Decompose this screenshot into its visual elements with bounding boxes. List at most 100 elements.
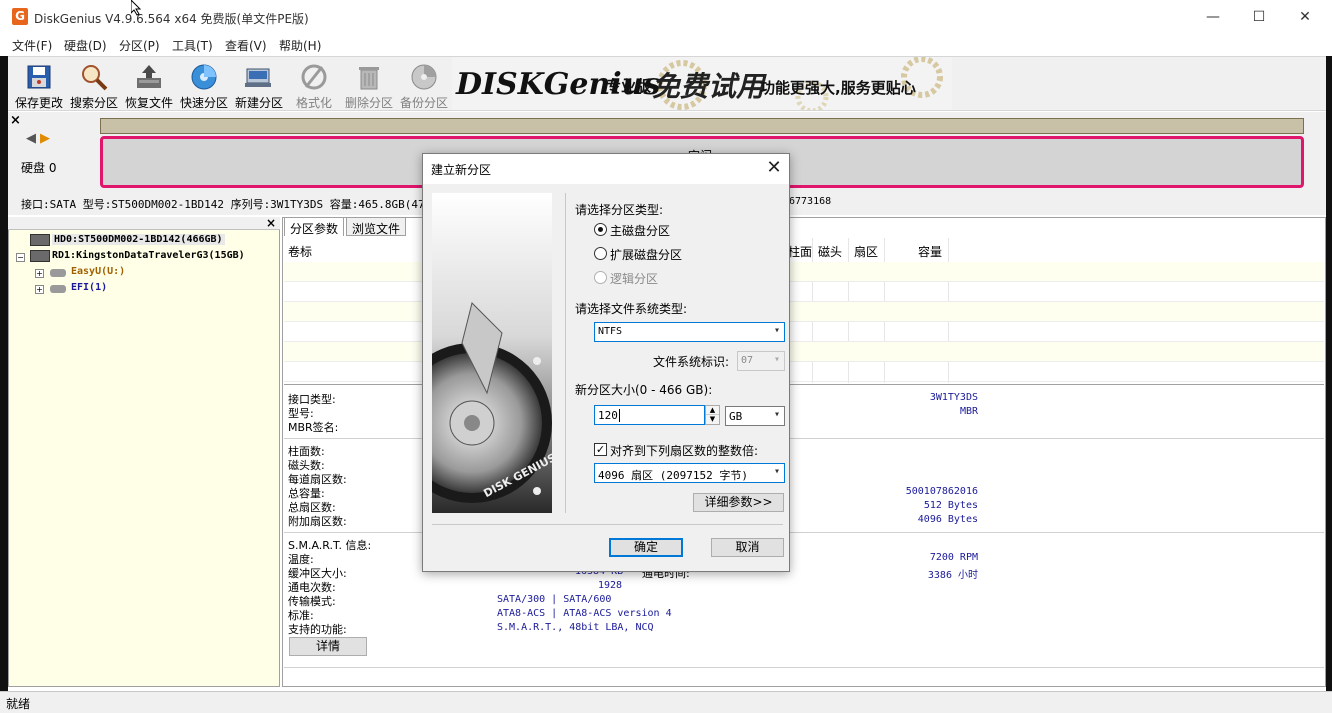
delete-partition-button[interactable]: 删除分区 xyxy=(341,60,397,110)
fs-id-select[interactable]: 07 ▾ xyxy=(737,351,785,371)
radio-disabled-icon xyxy=(594,271,607,284)
removable-disk-icon xyxy=(30,250,50,262)
app-logo-icon: G xyxy=(12,8,28,25)
search-icon xyxy=(79,62,109,92)
search-partition-button[interactable]: 搜索分区 xyxy=(66,60,122,110)
label-mbr-signature: MBR签名: xyxy=(288,421,339,434)
disk-info-tail: 6773168 xyxy=(789,196,832,207)
right-border xyxy=(1326,56,1332,691)
tab-partition-params[interactable]: 分区参数 xyxy=(284,217,345,236)
menu-help[interactable]: 帮助(H) xyxy=(279,37,321,54)
minimize-button[interactable]: — xyxy=(1190,0,1236,34)
status-bar: 就绪 xyxy=(0,691,1332,713)
spin-down-icon[interactable]: ▼ xyxy=(706,415,719,424)
tree-node-rd1[interactable]: RD1:KingstonDataTravelerG3(15GB) xyxy=(52,250,245,261)
text-caret xyxy=(618,409,620,422)
banner-slogan-free: 免费试用 xyxy=(652,70,765,103)
dialog-close-button[interactable]: ✕ xyxy=(760,154,788,184)
size-unit-value: GB xyxy=(729,410,743,423)
value-power-hours: 3386 小时 xyxy=(927,570,978,581)
align-label: 对齐到下列扇区数的整数倍: xyxy=(610,444,759,458)
label-extra-sectors: 附加扇区数: xyxy=(288,515,347,528)
delete-partition-label: 删除分区 xyxy=(344,96,393,110)
tree-node-easyu[interactable]: EasyU(U:) xyxy=(71,266,125,277)
value-sector-size: 512 Bytes xyxy=(923,500,978,511)
divider xyxy=(284,667,1324,668)
extended-partition-radio[interactable]: 扩展磁盘分区 xyxy=(594,247,682,263)
menu-view[interactable]: 查看(V) xyxy=(225,37,267,54)
tree-node-efi[interactable]: EFI(1) xyxy=(71,282,107,293)
align-checkbox[interactable]: ✓ xyxy=(594,443,607,456)
backup-partition-button[interactable]: 备份分区 xyxy=(396,60,452,110)
dialog-button-divider xyxy=(432,524,783,525)
promo-banner[interactable]: DISKGenius 专业版 免费试用 功能更强大,服务更贴心 xyxy=(452,57,952,110)
primary-partition-radio[interactable]: 主磁盘分区 xyxy=(594,223,670,239)
size-input[interactable]: 120 xyxy=(594,405,705,425)
chevron-down-icon: ▾ xyxy=(773,325,780,336)
logical-partition-label: 逻辑分区 xyxy=(610,272,659,286)
menu-file[interactable]: 文件(F) xyxy=(12,37,52,54)
mouse-cursor-icon xyxy=(131,0,142,16)
size-spinner[interactable]: ▲ ▼ xyxy=(705,405,720,425)
column-volume-label: 卷标 xyxy=(288,245,313,259)
menu-tools[interactable]: 工具(T) xyxy=(172,37,213,54)
collapse-icon[interactable]: − xyxy=(16,253,25,262)
cancel-button[interactable]: 取消 xyxy=(711,538,784,557)
menu-disk[interactable]: 硬盘(D) xyxy=(64,37,107,54)
disk-info-line: 接口:SATA 型号:ST500DM002-1BD142 序列号:3W1TY3D… xyxy=(21,198,425,211)
prev-disk-icon[interactable]: ◀ xyxy=(26,131,36,146)
recover-icon xyxy=(134,62,164,92)
value-features: S.M.A.R.T., 48bit LBA, NCQ xyxy=(497,622,654,633)
details-button[interactable]: 详情 xyxy=(289,637,367,656)
tab-browse-files[interactable]: 浏览文件 xyxy=(346,217,407,236)
recover-files-button[interactable]: 恢复文件 xyxy=(121,60,177,110)
value-serial: 3W1TY3DS xyxy=(929,392,978,403)
spin-up-icon[interactable]: ▲ xyxy=(706,406,719,415)
banner-slogan-features: 功能更强大,服务更贴心 xyxy=(760,79,916,97)
new-partition-button[interactable]: 新建分区 xyxy=(231,60,287,110)
tree-close-icon[interactable]: × xyxy=(266,216,276,230)
close-button[interactable]: ✕ xyxy=(1282,0,1328,34)
hard-disk-platter-icon: DISK GENIUS xyxy=(432,193,552,513)
expand-icon[interactable]: + xyxy=(35,269,44,278)
fs-type-select[interactable]: NTFS ▾ xyxy=(594,322,785,342)
fs-id-label: 文件系统标识: xyxy=(653,355,730,369)
primary-partition-label: 主磁盘分区 xyxy=(610,224,671,238)
label-features: 支持的功能: xyxy=(288,623,347,636)
partition-icon xyxy=(50,285,66,293)
logical-partition-radio[interactable]: 逻辑分区 xyxy=(594,271,658,287)
size-unit-select[interactable]: GB ▾ xyxy=(725,406,785,426)
next-disk-icon[interactable]: ▶ xyxy=(40,131,50,146)
window-title: DiskGenius V4.9.6.564 x64 免费版(单文件PE版) xyxy=(34,12,309,26)
value-physical-sector-size: 4096 Bytes xyxy=(917,514,978,525)
dialog-title: 建立新分区 xyxy=(431,163,492,177)
tree-header xyxy=(8,217,280,230)
advanced-params-button[interactable]: 详细参数>> xyxy=(693,493,784,512)
disk-tree xyxy=(8,217,280,687)
align-select[interactable]: 4096 扇区 (2097152 字节) ▾ xyxy=(594,463,785,483)
size-value: 120 xyxy=(598,409,618,422)
quick-partition-icon xyxy=(189,62,219,92)
format-button[interactable]: 格式化 xyxy=(286,60,342,110)
save-changes-button[interactable]: 保存更改 xyxy=(11,60,67,110)
expand-icon[interactable]: + xyxy=(35,285,44,294)
new-partition-icon xyxy=(244,62,274,92)
menu-partition[interactable]: 分区(P) xyxy=(119,37,160,54)
quick-partition-button[interactable]: 快速分区 xyxy=(176,60,232,110)
fs-type-value: NTFS xyxy=(598,326,623,337)
column-capacity: 容量 xyxy=(918,245,943,259)
maximize-button[interactable]: ☐ xyxy=(1236,0,1282,34)
chevron-down-icon: ▾ xyxy=(773,409,780,420)
column-cylinder: 柱面 xyxy=(788,245,813,259)
save-icon xyxy=(24,62,54,92)
format-label: 格式化 xyxy=(295,96,332,110)
ok-button[interactable]: 确定 xyxy=(609,538,683,557)
tree-node-hd0[interactable]: HD0:ST500DM002-1BD142(466GB) xyxy=(52,234,225,245)
radio-checked-icon xyxy=(594,223,607,236)
hard-disk-illustration: DISK GENIUS xyxy=(432,193,552,513)
fs-type-label: 请选择文件系统类型: xyxy=(575,302,688,316)
disk-map-close-icon[interactable]: × xyxy=(10,113,21,128)
search-partition-label: 搜索分区 xyxy=(69,96,118,110)
quick-partition-label: 快速分区 xyxy=(179,96,228,110)
value-standard: ATA8-ACS | ATA8-ACS version 4 xyxy=(497,608,672,619)
